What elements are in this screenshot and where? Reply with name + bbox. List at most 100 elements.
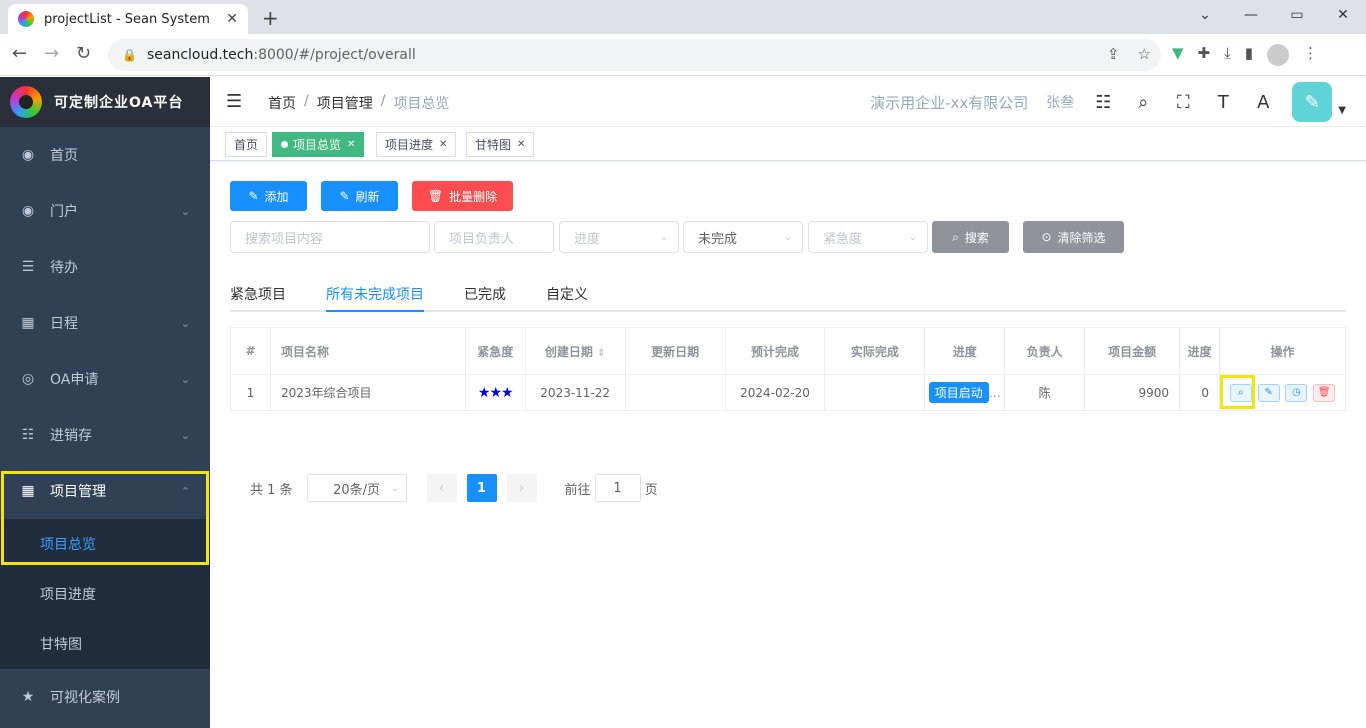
search-button[interactable]: ⌕ 搜索 [932,221,1009,253]
edit-button[interactable]: ✎ [1257,383,1280,402]
minimize-icon[interactable]: — [1228,0,1274,30]
tab-search-chevron-icon[interactable]: ⌄ [1182,0,1228,30]
browser-tab[interactable]: projectList - Sean System ✕ [8,4,248,34]
tag-progress[interactable]: 项目进度 ✕ [376,132,457,157]
status-select[interactable]: 未完成 ⌄ [683,221,803,253]
close-icon[interactable]: ✕ [517,139,525,150]
avatar[interactable]: ✎ [1292,82,1333,122]
clear-filter-button[interactable]: ⊙ 清除筛选 [1023,221,1124,253]
trash-icon: 🗑 [1317,386,1331,398]
edit-icon: ✎ [1264,386,1273,398]
current-page[interactable]: 1 [466,474,497,502]
logo-icon [10,86,42,118]
sidebar-subitem-overview[interactable]: 项目总览 [0,519,210,569]
history-button[interactable]: ◷ [1285,383,1308,402]
add-button[interactable]: ✎ 添加 [230,181,307,211]
breadcrumb-home[interactable]: 首页 [268,93,296,113]
back-icon[interactable]: ← [12,43,27,64]
lock-icon: 🔒 [122,48,137,62]
url-field[interactable]: 🔒 seancloud.tech:8000/#/project/overall … [108,39,1161,71]
translate-icon[interactable]: A [1252,92,1274,113]
owner-placeholder: 项目负责人 [449,231,515,247]
cell-name: 2023年综合项目 [269,374,466,411]
goto-label: 前往 [564,482,591,498]
search-icon: ⌕ [952,229,959,244]
close-icon[interactable]: ✕ [439,139,447,150]
col-amount: 项目金额 [1084,327,1181,375]
bookmark-star-icon[interactable]: ☆ [1138,45,1151,63]
reload-icon[interactable]: ↻ [76,43,91,64]
prev-page-button[interactable]: ‹ [426,474,457,502]
restore-icon[interactable]: ▭ [1274,0,1320,30]
page-size-value: 20条/页 [333,482,381,498]
search-icon[interactable]: ⌕ [1132,92,1154,113]
caret-down-icon[interactable]: ▼ [1338,105,1346,116]
circle-icon: ◎ [21,371,35,387]
sidebar-item-label: 门户 [50,204,78,220]
chevron-down-icon: ⌄ [180,316,190,330]
sidepanel-icon[interactable]: ▮ [1245,44,1253,66]
new-tab-button[interactable]: + [262,6,279,30]
batch-delete-button[interactable]: 🗑 批量删除 [412,181,513,211]
tab-unfinished[interactable]: 所有未完成项目 [326,284,424,304]
status-badge: 项目启动 [928,382,989,403]
delete-button[interactable]: 🗑 [1313,383,1336,402]
tab-close-icon[interactable]: ✕ [226,11,238,27]
menu-list-icon[interactable]: ☷ [1092,92,1114,113]
sidebar-item-inventory[interactable]: ☷ 进销存 ⌄ [0,407,210,463]
sidebar-subitem-gantt[interactable]: 甘特图 [0,619,210,669]
tag-label: 项目进度 [385,138,434,152]
font-size-icon[interactable]: T [1212,92,1234,113]
col-name: 项目名称 [269,327,466,375]
tag-gantt[interactable]: 甘特图 ✕ [466,132,535,157]
share-icon[interactable]: ⇪ [1107,45,1120,63]
sidebar-item-portal[interactable]: ◉ 门户 ⌄ [0,183,210,239]
sidebar-item-schedule[interactable]: ▦ 日程 ⌄ [0,295,210,351]
col-index: # [230,327,271,375]
sidebar-item-visualization[interactable]: ★ 可视化案例 [0,669,210,725]
clear-label: 清除筛选 [1057,230,1106,245]
logo: 可定制企业OA平台 [0,77,210,127]
browser-menu-icon[interactable]: ⋮ [1303,44,1318,66]
progress-placeholder: 进度 [574,231,601,247]
vue-devtools-icon[interactable]: ▼ [1172,44,1184,66]
col-owner: 负责人 [1004,327,1086,375]
owner-input[interactable]: 项目负责人 [434,221,554,253]
profile-avatar[interactable] [1267,44,1290,66]
goto-page-input[interactable]: 1 [594,474,641,502]
next-page-button[interactable]: › [506,474,537,502]
tab-custom[interactable]: 自定义 [546,284,588,304]
fullscreen-icon[interactable]: ⛶ [1172,92,1194,113]
page-size-select[interactable]: 20条/页 ⌄ [306,474,407,502]
forward-icon[interactable]: → [44,43,59,64]
view-button[interactable]: ⌕ [1229,383,1252,402]
sidebar-item-label: 首页 [50,148,78,164]
grid-icon: ▦ [21,315,35,331]
sidebar-item-label: OA申请 [50,372,99,388]
progress-select[interactable]: 进度 ⌄ [559,221,679,253]
sidebar-subitem-progress[interactable]: 项目进度 [0,569,210,619]
col-expected: 预计完成 [724,327,826,375]
sidebar-item-project[interactable]: ▦ 项目管理 ⌃ [0,463,210,519]
col-created[interactable]: 创建日期 ⇕ [524,327,626,375]
sidebar-item-oa-apply[interactable]: ◎ OA申请 ⌄ [0,351,210,407]
table-row[interactable]: 1 2023年综合项目 ★★★ 2023-11-22 2024-02-20 项目… [230,374,1346,411]
company-name: 演示用企业-xx有限公司 [870,93,1029,112]
close-icon[interactable]: ✕ [347,139,355,150]
hamburger-icon[interactable]: ☰ [226,91,242,112]
window-close-icon[interactable]: ✕ [1320,0,1366,30]
tag-home[interactable]: 首页 [225,132,268,157]
tag-overview[interactable]: 项目总览 ✕ [272,132,365,157]
tab-urgent[interactable]: 紧急项目 [230,284,286,304]
refresh-button[interactable]: ✎ 刷新 [321,181,398,211]
extensions-icon[interactable]: ✚ [1198,44,1211,66]
tab-done[interactable]: 已完成 [464,284,506,304]
sidebar-item-home[interactable]: ◉ 首页 [0,127,210,183]
breadcrumb-project[interactable]: 项目管理 [317,93,373,113]
sort-icon[interactable]: ⇕ [597,348,605,359]
search-input[interactable]: 搜索项目内容 [230,221,430,253]
dashboard-icon: ◉ [21,203,35,219]
urgency-select[interactable]: 紧急度 ⌄ [808,221,928,253]
download-icon[interactable]: ⤓ [1224,44,1231,66]
sidebar-item-todo[interactable]: ☰ 待办 [0,239,210,295]
